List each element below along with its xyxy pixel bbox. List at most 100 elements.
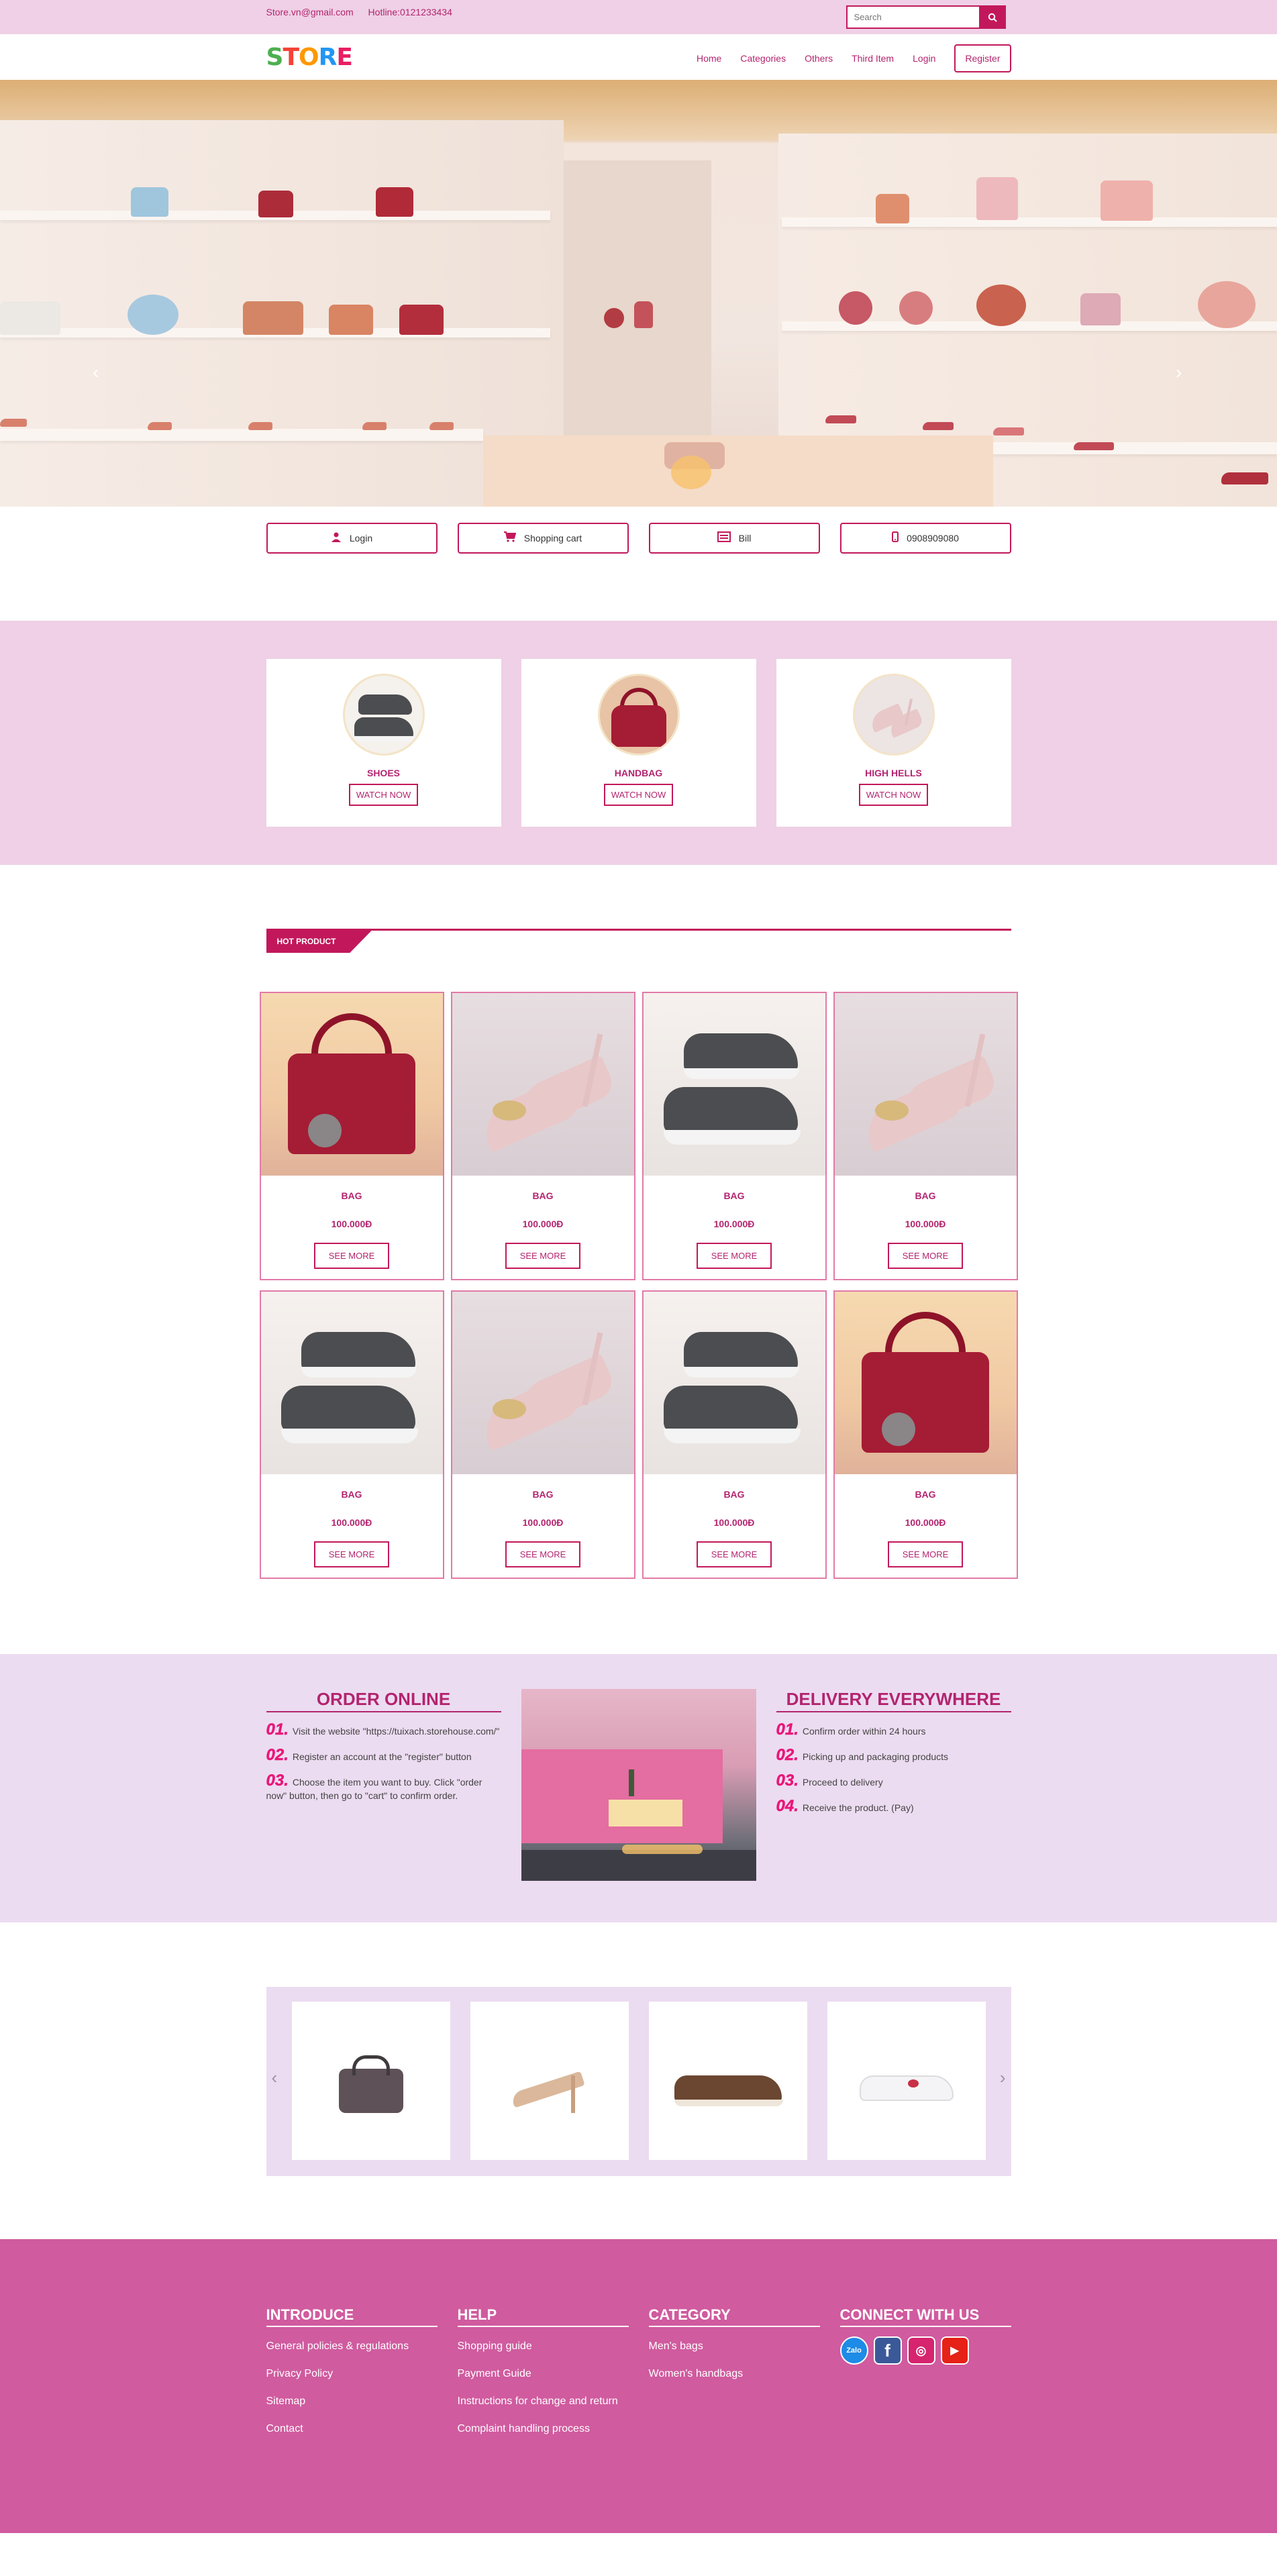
product-card[interactable]: BAG 100.000Đ SEE MORE — [642, 992, 827, 1280]
product-image[interactable] — [834, 1292, 1017, 1474]
product-price: 100.000Đ — [331, 1219, 372, 1229]
product-price: 100.000Đ — [905, 1219, 946, 1229]
facebook-icon[interactable]: f — [873, 2336, 902, 2365]
carousel-item[interactable] — [827, 2002, 986, 2160]
see-more-button[interactable]: SEE MORE — [505, 1243, 581, 1269]
delivery-title: DELIVERY EVERYWHERE — [776, 1689, 1011, 1712]
product-name: BAG — [341, 1190, 362, 1201]
quick-login-button[interactable]: Login — [266, 523, 438, 554]
category-title: SHOES — [366, 768, 400, 778]
footer-link[interactable]: Complaint handling process — [458, 2421, 629, 2437]
search-button[interactable] — [978, 5, 1006, 29]
product-image[interactable] — [452, 993, 634, 1176]
handbag-thumbnail[interactable] — [597, 674, 680, 756]
quick-bill-button[interactable]: Bill — [648, 523, 820, 554]
product-image[interactable] — [643, 1292, 825, 1474]
product-name: BAG — [341, 1489, 362, 1500]
category-section: SHOES WATCH NOW HANDBAG WATCH NOW HIGH H… — [0, 621, 1277, 865]
see-more-button[interactable]: SEE MORE — [696, 1243, 772, 1269]
store-front-photo — [521, 1689, 756, 1881]
footer-introduce: INTRODUCE General policies & regulations… — [266, 2306, 438, 2437]
see-more-button[interactable]: SEE MORE — [505, 1541, 581, 1567]
store-logo[interactable]: STORE — [266, 44, 353, 71]
nav-others[interactable]: Others — [805, 53, 833, 64]
footer-link[interactable]: Sitemap — [266, 2393, 438, 2410]
register-button[interactable]: Register — [954, 44, 1011, 72]
see-more-button[interactable]: SEE MORE — [313, 1541, 390, 1567]
product-image[interactable] — [260, 1292, 443, 1474]
product-name: BAG — [532, 1190, 554, 1201]
order-online-title: ORDER ONLINE — [266, 1689, 501, 1712]
product-card[interactable]: BAG 100.000Đ SEE MORE — [259, 992, 444, 1280]
social-links: Zalo f ◎ ▶ — [839, 2336, 1011, 2365]
delivery-step: 01. Confirm order within 24 hours — [776, 1720, 926, 1739]
product-image[interactable] — [834, 993, 1017, 1176]
category-title: HIGH HELLS — [865, 768, 922, 778]
see-more-button[interactable]: SEE MORE — [313, 1243, 390, 1269]
navbar: STORE Home Categories Others Third Item … — [0, 34, 1277, 80]
quick-cart-button[interactable]: Shopping cart — [457, 523, 629, 554]
category-card-handbag: HANDBAG WATCH NOW — [521, 659, 756, 827]
contact-email[interactable]: Store.vn@gmail.com — [266, 7, 354, 17]
footer-link[interactable]: Privacy Policy — [266, 2366, 438, 2382]
hero-prev-arrow[interactable]: ‹ — [93, 362, 99, 383]
youtube-icon[interactable]: ▶ — [940, 2336, 969, 2365]
delivery-column: DELIVERY EVERYWHERE 01. Confirm order wit… — [776, 1689, 1011, 1881]
see-more-button[interactable]: SEE MORE — [887, 1243, 964, 1269]
search-input[interactable] — [846, 5, 979, 29]
product-card[interactable]: BAG 100.000Đ SEE MORE — [259, 1290, 444, 1579]
nav-categories[interactable]: Categories — [740, 53, 786, 64]
product-name: BAG — [915, 1190, 936, 1201]
nav-home[interactable]: Home — [697, 53, 721, 64]
watch-now-button[interactable]: WATCH NOW — [603, 784, 674, 806]
footer-link[interactable]: Instructions for change and return — [458, 2393, 629, 2410]
hot-product-header: HOT PRODUCT — [266, 929, 1011, 956]
contact-hotline[interactable]: Hotline:0121233434 — [368, 7, 452, 17]
footer-link[interactable]: General policies & regulations — [266, 2338, 438, 2355]
footer-link[interactable]: Payment Guide — [458, 2366, 629, 2382]
footer-link[interactable]: Men's bags — [649, 2338, 820, 2355]
order-online-column: ORDER ONLINE 01. Visit the website "https… — [266, 1689, 501, 1881]
footer-category: CATEGORY Men's bags Women's handbags — [648, 2306, 820, 2437]
footer-link[interactable]: Women's handbags — [649, 2366, 820, 2382]
shoes-thumbnail[interactable] — [342, 674, 425, 756]
product-name: BAG — [915, 1489, 936, 1500]
carousel-item[interactable] — [470, 2002, 629, 2160]
watch-now-button[interactable]: WATCH NOW — [348, 784, 419, 806]
hero-next-arrow[interactable]: › — [1176, 362, 1182, 383]
high-heels-thumbnail[interactable] — [852, 674, 935, 756]
carousel-item[interactable] — [291, 2002, 450, 2160]
footer-link[interactable]: Shopping guide — [458, 2338, 629, 2355]
nav-third-item[interactable]: Third Item — [852, 53, 894, 64]
see-more-button[interactable]: SEE MORE — [887, 1541, 964, 1567]
product-price: 100.000Đ — [713, 1517, 755, 1528]
see-more-button[interactable]: SEE MORE — [696, 1541, 772, 1567]
delivery-step: 02. Picking up and packaging products — [776, 1746, 949, 1764]
quick-phone-button[interactable]: 0908909080 — [839, 523, 1011, 554]
product-image[interactable] — [643, 993, 825, 1176]
product-card[interactable]: BAG 100.000Đ SEE MORE — [450, 992, 635, 1280]
zalo-icon[interactable]: Zalo — [839, 2336, 868, 2365]
category-title: HANDBAG — [614, 768, 663, 778]
instagram-icon[interactable]: ◎ — [907, 2336, 935, 2365]
carousel-item[interactable] — [648, 2002, 807, 2160]
watch-now-button[interactable]: WATCH NOW — [858, 784, 929, 806]
hero-banner: ‹ › — [0, 80, 1277, 507]
product-price: 100.000Đ — [713, 1219, 755, 1229]
delivery-step: 03. Proceed to delivery — [776, 1771, 883, 1790]
product-card[interactable]: BAG 100.000Đ SEE MORE — [450, 1290, 635, 1579]
product-image[interactable] — [260, 993, 443, 1176]
footer-help: HELP Shopping guide Payment Guide Instru… — [457, 2306, 629, 2437]
contact-info: Store.vn@gmail.com Hotline:0121233434 — [266, 7, 464, 17]
product-card[interactable]: BAG 100.000Đ SEE MORE — [833, 1290, 1018, 1579]
carousel-prev-arrow[interactable]: ‹ — [272, 2067, 278, 2088]
footer-link[interactable]: Contact — [266, 2421, 438, 2437]
quick-links: Login Shopping cart Bill 0908909080 — [266, 507, 1011, 621]
carousel-next-arrow[interactable]: › — [1000, 2067, 1006, 2088]
product-card[interactable]: BAG 100.000Đ SEE MORE — [833, 992, 1018, 1280]
nav-login[interactable]: Login — [913, 53, 935, 64]
product-image[interactable] — [452, 1292, 634, 1474]
product-price: 100.000Đ — [522, 1219, 564, 1229]
product-card[interactable]: BAG 100.000Đ SEE MORE — [642, 1290, 827, 1579]
order-step: 02. Register an account at the "register"… — [266, 1746, 472, 1764]
